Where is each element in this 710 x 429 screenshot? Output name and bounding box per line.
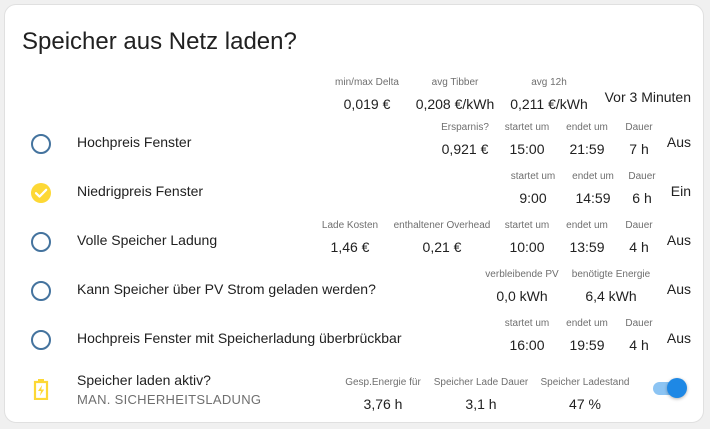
- attr-startet-um: startet um 15:00: [500, 122, 554, 158]
- attr-value: 47 %: [569, 396, 601, 412]
- attr-label: avg Tibber: [431, 77, 479, 88]
- header-row: min/max Delta 0,019 € avg Tibber 0,208 €…: [5, 77, 705, 117]
- attr-endet-um: endet um 21:59: [560, 122, 614, 158]
- attr-value: 7 h: [629, 141, 649, 157]
- entity-state: Aus: [666, 232, 691, 248]
- attr-value: 15:00: [509, 141, 545, 157]
- entity-state: Ein: [670, 183, 691, 199]
- attr-value: 4 h: [629, 337, 649, 353]
- last-changed: Vor 3 Minuten: [604, 89, 691, 105]
- entity-row-hochpreis-fenster[interactable]: Hochpreis Fenster Ersparnis? 0,921 € sta…: [5, 122, 705, 162]
- attr-dauer: Dauer 7 h: [619, 122, 659, 158]
- attr-avg-12h: avg 12h 0,211 €/kWh: [505, 77, 593, 113]
- attr-value: 16:00: [509, 337, 545, 353]
- attr-startet-um: startet um 16:00: [500, 318, 554, 354]
- attr-label: Speicher Lade Dauer: [433, 377, 529, 388]
- entity-row-pv-strom[interactable]: Kann Speicher über PV Strom geladen werd…: [5, 269, 705, 309]
- attr-value: 13:59: [569, 239, 605, 255]
- attr-startet-um: startet um 9:00: [505, 171, 561, 207]
- entity-name[interactable]: Hochpreis Fenster: [77, 134, 191, 150]
- entity-state: Aus: [666, 134, 691, 150]
- attr-label: endet um: [566, 220, 608, 231]
- attr-label: Speicher Ladestand: [540, 377, 630, 388]
- attr-endet-um: endet um 14:59: [565, 171, 621, 207]
- attr-lade-kosten: Lade Kosten 1,46 €: [315, 220, 385, 256]
- attr-value: 3,76 h: [363, 396, 403, 412]
- radio-unchecked-icon: [30, 280, 52, 302]
- entity-name[interactable]: Hochpreis Fenster mit Speicherladung übe…: [77, 330, 402, 346]
- attr-avg-tibber: avg Tibber 0,208 €/kWh: [409, 77, 501, 113]
- radio-unchecked-icon: [30, 329, 52, 351]
- attr-value: 0,21 €: [422, 239, 462, 255]
- entity-state: Aus: [666, 330, 691, 346]
- attr-label: enthaltener Overhead: [393, 220, 491, 231]
- attr-value: 3,1 h: [465, 396, 497, 412]
- attr-value: 10:00: [509, 239, 545, 255]
- battery-charging-icon: [30, 378, 52, 401]
- toggle-knob: [667, 378, 687, 398]
- entity-row-speicher-laden-aktiv[interactable]: Speicher laden aktiv? MAN. SICHERHEITSLA…: [5, 367, 705, 413]
- attr-value: 0,211 €/kWh: [510, 96, 588, 112]
- attr-label: Gesp.Energie für: [345, 377, 421, 388]
- entity-name[interactable]: Kann Speicher über PV Strom geladen werd…: [77, 281, 376, 297]
- attr-dauer: Dauer 4 h: [619, 318, 659, 354]
- attr-label: avg 12h: [531, 77, 567, 88]
- entity-row-niedrigpreis-fenster[interactable]: Niedrigpreis Fenster startet um 9:00 end…: [5, 171, 705, 211]
- attr-value: 0,019 €: [343, 96, 391, 112]
- attr-value: 9:00: [519, 190, 547, 206]
- entity-state: Aus: [666, 281, 691, 297]
- attr-endet-um: endet um 19:59: [560, 318, 614, 354]
- radio-unchecked-icon: [30, 133, 52, 155]
- attr-value: 0,208 €/kWh: [415, 96, 495, 112]
- attr-startet-um: startet um 10:00: [500, 220, 554, 256]
- attr-endet-um: endet um 13:59: [560, 220, 614, 256]
- attr-value: 1,46 €: [330, 239, 370, 255]
- entities-card: Speicher aus Netz laden? min/max Delta 0…: [4, 4, 704, 423]
- attr-min-max-delta: min/max Delta 0,019 €: [328, 77, 406, 113]
- attr-ersparnis: Ersparnis? 0,921 €: [435, 122, 495, 158]
- attr-label: Ersparnis?: [441, 122, 489, 133]
- attr-label: Lade Kosten: [321, 220, 379, 231]
- attr-label: endet um: [566, 318, 608, 329]
- attr-label: startet um: [504, 220, 550, 231]
- attr-label: startet um: [504, 122, 550, 133]
- attr-dauer: Dauer 4 h: [619, 220, 659, 256]
- attr-value: 4 h: [629, 239, 649, 255]
- attr-label: startet um: [510, 171, 556, 182]
- attr-label: endet um: [572, 171, 614, 182]
- entity-name[interactable]: Speicher laden aktiv?: [77, 372, 211, 388]
- attr-label: Dauer: [625, 122, 653, 133]
- attr-speicher-ladestand: Speicher Ladestand 47 %: [535, 377, 635, 413]
- attr-label: min/max Delta: [335, 77, 399, 88]
- toggle-switch[interactable]: [651, 378, 687, 398]
- card-title: Speicher aus Netz laden?: [22, 28, 297, 55]
- attr-dauer: Dauer 6 h: [622, 171, 662, 207]
- attr-gesp-energie: Gesp.Energie für 3,76 h: [339, 377, 427, 413]
- attr-value: 0,921 €: [441, 141, 489, 157]
- attr-enthaltener-overhead: enthaltener Overhead 0,21 €: [388, 220, 496, 256]
- attr-verbleibende-pv: verbleibende PV 0,0 kWh: [479, 269, 565, 305]
- attr-speicher-lade-dauer: Speicher Lade Dauer 3,1 h: [431, 377, 531, 413]
- attr-value: 19:59: [569, 337, 605, 353]
- attr-value: 0,0 kWh: [496, 288, 548, 304]
- attr-label: Dauer: [625, 220, 653, 231]
- attr-label: benötigte Energie: [571, 269, 651, 280]
- check-circle-icon: [30, 182, 52, 204]
- attr-label: verbleibende PV: [485, 269, 559, 280]
- attr-value: 6,4 kWh: [585, 288, 637, 304]
- entity-row-volle-speicher-ladung[interactable]: Volle Speicher Ladung Lade Kosten 1,46 €…: [5, 220, 705, 260]
- radio-unchecked-icon: [30, 231, 52, 253]
- entity-name[interactable]: Niedrigpreis Fenster: [77, 183, 203, 199]
- attr-label: Dauer: [628, 171, 656, 182]
- attr-label: endet um: [566, 122, 608, 133]
- attr-value: 21:59: [569, 141, 605, 157]
- attr-benoetigte-energie: benötigte Energie 6,4 kWh: [565, 269, 657, 305]
- attr-label: Dauer: [625, 318, 653, 329]
- entity-name[interactable]: Volle Speicher Ladung: [77, 232, 217, 248]
- entity-secondary-info: MAN. SICHERHEITSLADUNG: [77, 392, 262, 407]
- attr-value: 14:59: [575, 190, 611, 206]
- attr-value: 6 h: [632, 190, 652, 206]
- entity-row-ueberbrueckbar[interactable]: Hochpreis Fenster mit Speicherladung übe…: [5, 318, 705, 358]
- attr-label: startet um: [504, 318, 550, 329]
